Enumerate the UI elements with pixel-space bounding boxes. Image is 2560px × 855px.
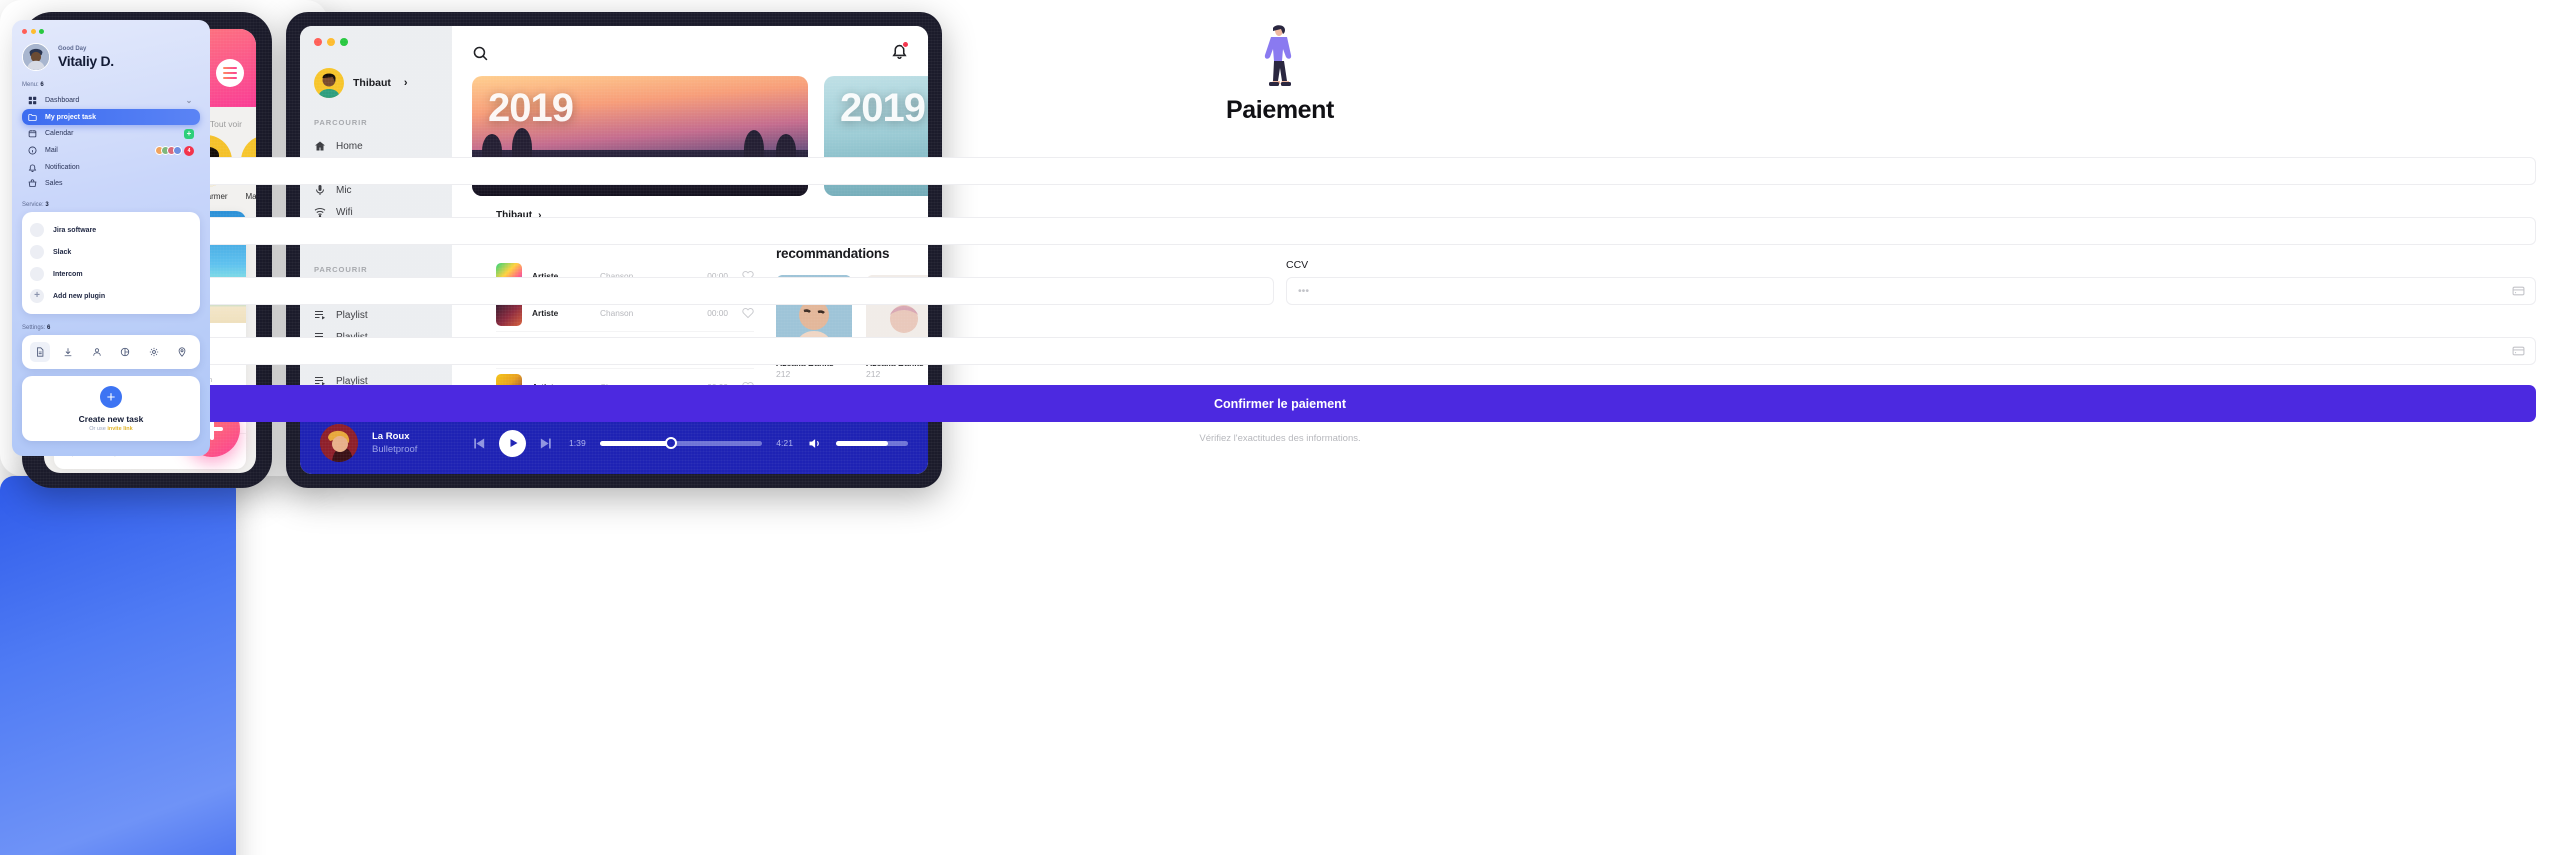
user-name: Vitaliy D. — [58, 52, 114, 69]
service-count: 3 — [45, 202, 49, 208]
ccv-field-label: CCV — [1286, 259, 1309, 271]
sidebar-item-sales[interactable]: Sales — [22, 175, 200, 191]
window-controls[interactable] — [22, 29, 200, 34]
grid-icon — [28, 96, 37, 105]
menu-caption-prefix: Menu: — [22, 82, 41, 88]
bell-icon — [28, 163, 37, 172]
name-field[interactable]: John Doe — [24, 157, 2536, 185]
credit-card-icon — [2512, 286, 2525, 296]
expiration-field-label: Expiration — [24, 259, 1274, 271]
window-minimize-dot[interactable] — [30, 29, 36, 34]
invite-link[interactable]: invite link — [107, 426, 132, 432]
sidebar-item-label: Mail — [45, 147, 58, 154]
page-title: Paiement — [1226, 96, 1334, 124]
sidebar-item-label: Notification — [45, 163, 80, 171]
ccv-field-placeholder: ••• — [1298, 285, 1310, 297]
menu-count: 6 — [40, 82, 44, 88]
screenshot-stage: POST À la une TALENTS DU MOIS Tout voir … — [0, 0, 2560, 855]
intercom-icon — [30, 267, 44, 281]
name-field-label: Nom et prénom — [24, 139, 2536, 151]
window-maximize-dot[interactable] — [39, 29, 44, 34]
confirm-payment-button[interactable]: Confirmer le paiement — [24, 385, 2536, 422]
postal-field[interactable]: 34000 — [24, 217, 2536, 245]
jira-icon — [30, 223, 44, 237]
payment-footnote: Vérifiez l'exactitudes des informations. — [1199, 433, 1361, 444]
postal-field-label: Code postal — [24, 199, 2536, 211]
add-plugin-button[interactable]: + Add new plugin — [30, 285, 192, 307]
task-app-screen: Good Day Vitaliy D. Menu: 6 Dashboard ⌄ … — [12, 20, 210, 456]
plus-icon: + — [100, 386, 122, 408]
create-task-title: Create new task — [78, 414, 144, 424]
expiration-field[interactable]: MM/AA — [24, 277, 1274, 305]
gear-icon[interactable] — [144, 342, 164, 362]
service-caption: Service: 3 — [22, 202, 200, 208]
service-caption-prefix: Service: — [22, 202, 46, 208]
payment-screen: Paiement Nom et prénom John Doe Code pos… — [0, 0, 2560, 855]
add-plugin-label: Add new plugin — [53, 292, 106, 300]
settings-count: 6 — [47, 325, 51, 331]
window-close-dot[interactable] — [22, 29, 27, 34]
menu-caption: Menu: 6 — [22, 82, 200, 88]
basket-icon — [28, 178, 37, 187]
location-icon[interactable] — [172, 342, 192, 362]
row-trailing: 4 — [155, 145, 194, 156]
credit-card-icon — [2512, 346, 2525, 356]
settings-panel — [22, 335, 200, 369]
user-icon[interactable] — [87, 342, 107, 362]
services-panel: Jira software Slack Intercom + Add new p… — [22, 212, 200, 314]
row-trailing: ⌄ — [185, 95, 193, 105]
folder-icon — [28, 113, 37, 121]
slack-icon — [30, 245, 44, 259]
card-number-field[interactable]: 4444 4444 4444 4444 — [24, 337, 2536, 365]
sidebar-item-label: Sales — [45, 179, 63, 187]
card-number-label: Credit Card Number — [24, 319, 2536, 331]
sidebar-item-dashboard[interactable]: Dashboard ⌄ — [22, 92, 200, 109]
sidebar-item-label: My project task — [45, 113, 96, 121]
payment-illustration — [24, 22, 2536, 88]
user-profile[interactable]: Good Day Vitaliy D. — [22, 43, 200, 71]
add-icon[interactable]: + — [184, 128, 194, 139]
info-icon — [28, 146, 37, 155]
ccv-field[interactable]: ••• — [1286, 277, 2536, 305]
sidebar-item-label: Calendar — [45, 130, 74, 137]
service-label: Intercom — [53, 270, 83, 278]
sidebar-item-my-project-task[interactable]: My project task — [22, 109, 200, 125]
avatar — [22, 43, 50, 71]
download-icon[interactable] — [58, 342, 78, 362]
service-label: Jira software — [53, 226, 97, 234]
sidebar-item-calendar[interactable]: Calendar + — [22, 125, 200, 142]
service-label: Slack — [53, 248, 72, 256]
greeting-label: Good Day — [58, 45, 87, 52]
settings-caption: Settings: 6 — [22, 325, 200, 331]
service-item-jira[interactable]: Jira software — [30, 219, 192, 241]
service-item-intercom[interactable]: Intercom — [30, 263, 192, 285]
expiration-ccv-row: Expiration MM/AA CCV ••• — [24, 245, 2536, 305]
document-icon[interactable] — [30, 342, 50, 362]
calendar-icon — [28, 130, 37, 138]
sidebar-item-mail[interactable]: Mail 4 — [22, 142, 200, 159]
plus-icon: + — [30, 289, 44, 303]
sidebar-item-label: Dashboard — [45, 97, 80, 104]
avatar-group — [155, 146, 182, 155]
chart-icon[interactable] — [115, 342, 135, 362]
create-task-subtitle: Or use invite link — [30, 426, 192, 432]
row-trailing: + — [184, 128, 194, 139]
mail-unread-badge: 4 — [184, 145, 194, 156]
create-task-sub-prefix: Or use — [89, 426, 108, 432]
person-illustration-icon — [1264, 25, 1292, 86]
sidebar-item-notification[interactable]: Notification — [22, 159, 200, 175]
create-task-card[interactable]: + Create new task Or use invite link — [22, 376, 200, 441]
service-item-slack[interactable]: Slack — [30, 241, 192, 263]
settings-caption-prefix: Settings: — [22, 325, 48, 331]
